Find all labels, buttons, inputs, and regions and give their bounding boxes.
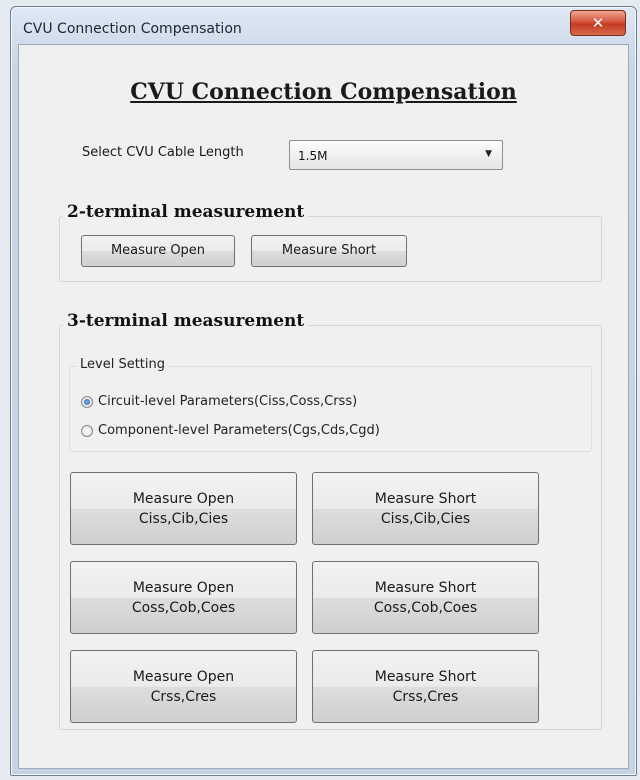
button-line1: Measure Short (374, 668, 477, 685)
two-terminal-title: 2-terminal measurement (63, 202, 309, 222)
measure-short-input-button[interactable]: Measure Short Ciss,Cib,Cies (312, 472, 539, 545)
radio-component-level[interactable]: Component-level Parameters(Cgs,Cds,Cgd) (81, 423, 380, 438)
cable-length-label: Select CVU Cable Length (82, 145, 244, 160)
button-line1: Measure Open (132, 668, 235, 685)
radio-component-level-label: Component-level Parameters(Cgs,Cds,Cgd) (98, 423, 380, 438)
measure-open-output-button[interactable]: Measure Open Coss,Cob,Coes (70, 561, 297, 634)
level-setting-title: Level Setting (77, 357, 168, 372)
button-line1: Measure Open (132, 490, 235, 507)
dialog-body: CVU Connection Compensation Select CVU C… (18, 44, 629, 769)
level-setting-group (69, 366, 592, 452)
radio-button[interactable] (81, 424, 93, 437)
button-line2: Ciss,Cib,Cies (380, 510, 471, 527)
button-line2: Coss,Cob,Coes (373, 599, 478, 616)
measure-short-output-button[interactable]: Measure Short Coss,Cob,Coes (312, 561, 539, 634)
radio-circuit-level-label: Circuit-level Parameters(Ciss,Coss,Crss) (98, 394, 358, 409)
measure-short-reverse-button[interactable]: Measure Short Crss,Cres (312, 650, 539, 723)
radio-circuit-level[interactable]: Circuit-level Parameters(Ciss,Coss,Crss) (81, 394, 357, 409)
button-line1: Measure Short (374, 579, 477, 596)
measure-short-button[interactable]: Measure Short (251, 235, 407, 267)
measure-open-input-button[interactable]: Measure Open Ciss,Cib,Cies (70, 472, 297, 545)
window-title: CVU Connection Compensation (23, 21, 242, 37)
page-title: CVU Connection Compensation (130, 79, 517, 105)
button-line2: Crss,Cres (150, 688, 217, 705)
dialog-window: CVU Connection Compensation ✕ CVU Connec… (10, 6, 637, 776)
button-line1: Measure Short (374, 490, 477, 507)
three-terminal-title: 3-terminal measurement (63, 311, 309, 331)
cable-length-dropdown[interactable]: 1.5M ▼ (289, 140, 503, 170)
measure-open-button[interactable]: Measure Open (81, 235, 235, 267)
chevron-down-icon: ▼ (485, 149, 492, 159)
measure-open-reverse-button[interactable]: Measure Open Crss,Cres (70, 650, 297, 723)
button-line2: Crss,Cres (392, 688, 459, 705)
close-icon: ✕ (591, 14, 605, 32)
cable-length-value: 1.5M (298, 149, 328, 163)
button-line2: Ciss,Cib,Cies (138, 510, 229, 527)
button-line2: Coss,Cob,Coes (131, 599, 236, 616)
measure-open-label: Measure Open (110, 243, 206, 258)
measure-short-label: Measure Short (281, 243, 377, 258)
close-button[interactable]: ✕ (570, 10, 626, 36)
radio-button-selected[interactable] (81, 395, 93, 408)
title-bar[interactable]: CVU Connection Compensation ✕ (11, 7, 636, 45)
button-line1: Measure Open (132, 579, 235, 596)
